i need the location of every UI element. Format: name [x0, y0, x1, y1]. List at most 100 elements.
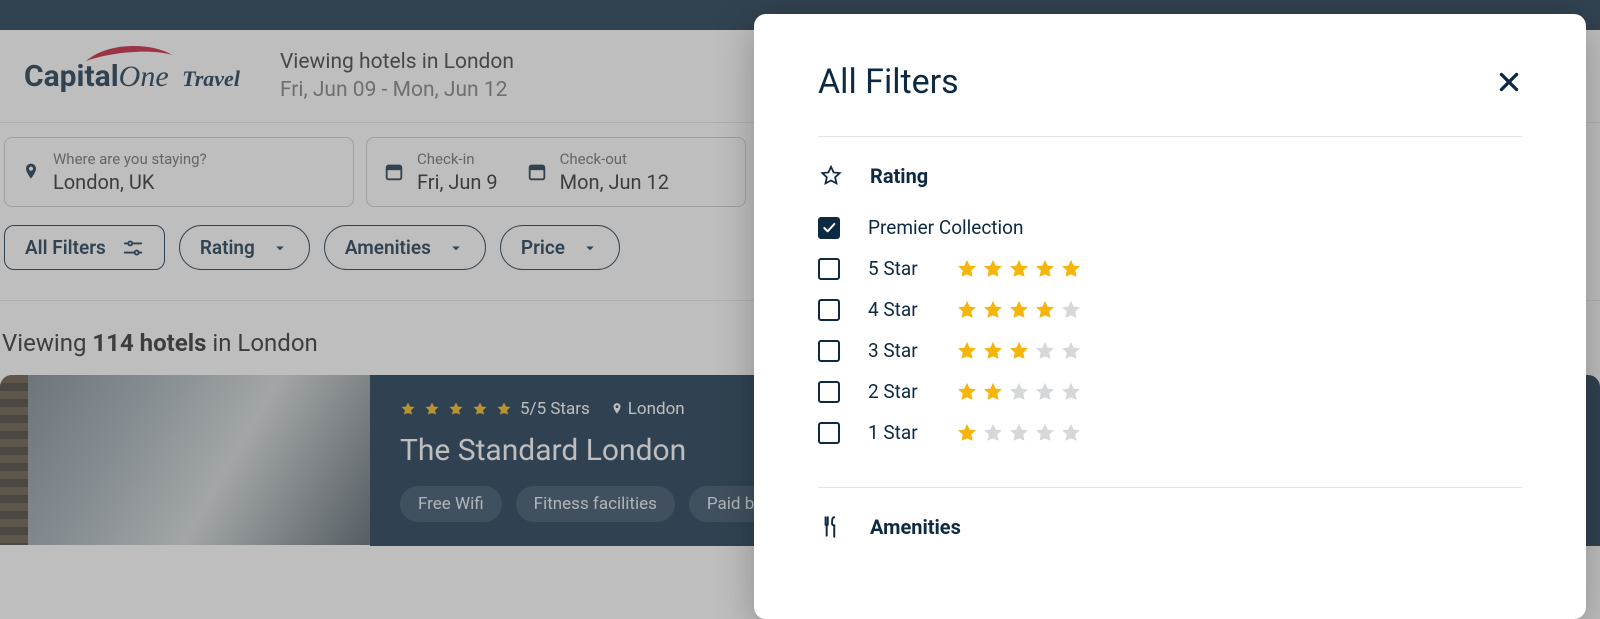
checkin-value: Fri, Jun 9	[417, 170, 498, 194]
logo-swoosh-icon	[84, 45, 174, 65]
star-icon	[1034, 381, 1056, 403]
star-icon	[1060, 381, 1082, 403]
header-title: Viewing hotels in London	[280, 50, 514, 74]
amenities-filter-label: Amenities	[345, 236, 431, 259]
checkbox[interactable]	[818, 299, 840, 321]
divider	[818, 487, 1522, 488]
star-rating	[956, 422, 1082, 444]
hotel-city: London	[628, 399, 685, 419]
all-filters-button[interactable]: All Filters	[4, 225, 165, 270]
rating-filter-button[interactable]: Rating	[179, 225, 310, 270]
star-icon	[1008, 299, 1030, 321]
star-icon	[448, 401, 464, 417]
rating-filter-label: Rating	[200, 236, 255, 259]
star-icon	[1008, 258, 1030, 280]
checkbox[interactable]	[818, 381, 840, 403]
star-icon	[956, 340, 978, 362]
filter-option[interactable]: 5 Star	[818, 248, 1522, 289]
star-rating	[956, 299, 1082, 321]
amenities-filter-button[interactable]: Amenities	[324, 225, 486, 270]
location-field[interactable]: Where are you staying? London, UK	[4, 137, 354, 207]
price-filter-button[interactable]: Price	[500, 225, 620, 270]
location-value: London, UK	[53, 170, 207, 194]
star-icon	[1060, 340, 1082, 362]
star-icon	[982, 340, 1004, 362]
price-filter-label: Price	[521, 236, 565, 259]
star-icon	[472, 401, 488, 417]
star-icon	[424, 401, 440, 417]
filter-option-label: Premier Collection	[868, 216, 1023, 239]
star-icon	[982, 381, 1004, 403]
pin-icon	[21, 160, 41, 184]
check-icon	[821, 220, 837, 236]
star-rating	[956, 340, 1082, 362]
location-label: Where are you staying?	[53, 150, 207, 168]
filter-option[interactable]: 1 Star	[818, 412, 1522, 453]
amenities-section-header: Amenities	[818, 514, 1522, 540]
chevron-down-icon	[581, 239, 599, 257]
filter-option-label: 4 Star	[868, 298, 928, 321]
star-icon	[956, 299, 978, 321]
hotel-tag: Fitness facilities	[516, 486, 675, 522]
divider	[818, 136, 1522, 137]
hotel-rating-text: 5/5 Stars	[520, 399, 590, 419]
logo-text-travel: Travel	[182, 66, 240, 91]
results-count-number: 114 hotels	[92, 329, 206, 357]
pin-icon	[610, 401, 624, 417]
star-icon	[1034, 299, 1056, 321]
calendar-icon	[526, 161, 548, 183]
filter-option-label: 2 Star	[868, 380, 928, 403]
checkbox[interactable]	[818, 340, 840, 362]
rating-section-header: Rating	[818, 163, 1522, 189]
checkbox[interactable]	[818, 422, 840, 444]
sliders-icon	[122, 237, 144, 259]
star-icon	[1034, 340, 1056, 362]
chevron-down-icon	[271, 239, 289, 257]
star-icon	[1008, 340, 1030, 362]
close-icon	[1496, 69, 1522, 95]
star-icon	[1034, 422, 1056, 444]
checkout-label: Check-out	[560, 150, 669, 168]
checkbox[interactable]	[818, 258, 840, 280]
filter-option-label: 5 Star	[868, 257, 928, 280]
panel-title: All Filters	[818, 62, 959, 102]
filter-option[interactable]: 4 Star	[818, 289, 1522, 330]
star-outline-icon	[818, 163, 844, 189]
filter-option-label: 1 Star	[868, 421, 928, 444]
star-icon	[400, 401, 416, 417]
hotel-image	[0, 375, 370, 545]
star-icon	[982, 422, 1004, 444]
dates-field[interactable]: Check-in Fri, Jun 9 Check-out Mon, Jun 1…	[366, 137, 746, 207]
star-icon	[956, 258, 978, 280]
rating-section-title: Rating	[870, 164, 928, 188]
checkbox[interactable]	[818, 217, 840, 239]
star-rating	[956, 381, 1082, 403]
star-rating	[956, 258, 1082, 280]
logo-wordmark: CapitalOne Travel	[24, 59, 240, 94]
star-icon	[1060, 422, 1082, 444]
star-icon	[956, 381, 978, 403]
star-icon	[1008, 381, 1030, 403]
filter-option-label: 3 Star	[868, 339, 928, 362]
checkout-value: Mon, Jun 12	[560, 170, 669, 194]
checkin-label: Check-in	[417, 150, 498, 168]
chevron-down-icon	[447, 239, 465, 257]
star-icon	[1008, 422, 1030, 444]
star-icon	[1060, 258, 1082, 280]
hotel-tag: Free Wifi	[400, 486, 502, 522]
filter-option[interactable]: 2 Star	[818, 371, 1522, 412]
star-icon	[982, 299, 1004, 321]
star-icon	[956, 422, 978, 444]
all-filters-label: All Filters	[25, 236, 106, 259]
amenities-section-title: Amenities	[870, 515, 961, 539]
filter-option[interactable]: Premier Collection	[818, 207, 1522, 248]
brand-logo[interactable]: CapitalOne Travel	[24, 59, 240, 94]
filter-option[interactable]: 3 Star	[818, 330, 1522, 371]
header-dates: Fri, Jun 09 - Mon, Jun 12	[280, 78, 514, 102]
star-icon	[982, 258, 1004, 280]
close-button[interactable]	[1496, 69, 1522, 95]
all-filters-panel: All Filters Rating Premier Collection 5 S…	[754, 14, 1586, 619]
calendar-icon	[383, 161, 405, 183]
star-icon	[496, 401, 512, 417]
star-icon	[1034, 258, 1056, 280]
